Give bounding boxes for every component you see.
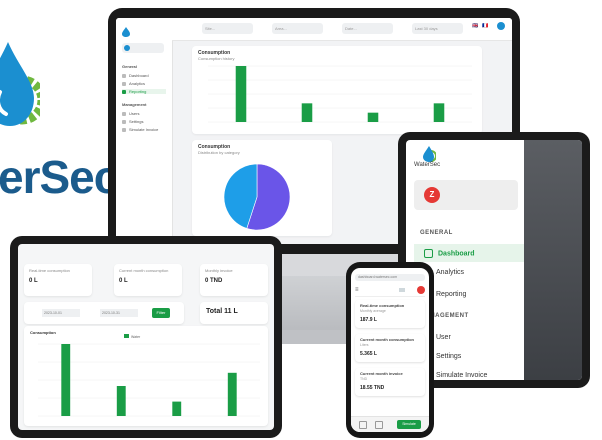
area-filter[interactable]: Area...	[272, 23, 323, 34]
app-logo-icon	[423, 146, 436, 162]
flag-icon[interactable]	[399, 288, 405, 292]
phone-card-invoice: Current month invoice TND 18.55 TND	[355, 368, 425, 396]
kpi-card-invoice: Monthly invoice 0 TND	[200, 264, 268, 296]
card-subtitle: Monthly average	[360, 309, 386, 313]
range-filter[interactable]: Last 30 days	[412, 23, 463, 34]
site-filter[interactable]: Site...	[202, 23, 253, 34]
date-filter-card: 2023-10-01 2023-10-31 Filter	[24, 302, 184, 324]
tablet-bar-chart	[38, 343, 260, 417]
filter-button[interactable]: Filter	[152, 308, 170, 318]
home-icon[interactable]	[359, 421, 367, 429]
kpi-value: 0 L	[119, 278, 128, 284]
bar-2	[301, 103, 313, 122]
desktop-pie-chart	[223, 163, 291, 231]
consumption-bar-card: Consumption Consumption history	[192, 46, 482, 134]
bar-3	[367, 112, 379, 122]
user-card[interactable]: Z	[414, 180, 518, 210]
tablet-left-screen: Real-time consumption 0 L Current month …	[18, 244, 274, 430]
kpi-label: Current month consumption	[119, 268, 169, 273]
simulate-button[interactable]: Simulate	[397, 420, 421, 429]
bar-4	[227, 372, 237, 416]
section-general: GENERAL	[420, 230, 453, 236]
end-date-input[interactable]: 2023-10-31	[100, 309, 138, 317]
sidebar-item-analytics[interactable]: Analytics	[122, 81, 145, 86]
avatar	[124, 45, 130, 51]
phone-bottom-bar: Simulate	[351, 416, 429, 432]
card-subtitle: Liters	[360, 343, 369, 347]
watersec-logo	[0, 42, 40, 126]
home-icon	[424, 249, 433, 258]
avatar: Z	[424, 187, 440, 203]
sidebar-item-simulate-invoice[interactable]: Simulate Invoice	[122, 127, 158, 132]
sidebar-item-users[interactable]: Users	[122, 111, 139, 116]
phone-card-month: Current month consumption Liters 5.365 L	[355, 334, 425, 362]
sidebar-logo-icon	[122, 24, 130, 37]
kpi-value: 0 L	[29, 278, 38, 284]
chart-icon[interactable]	[375, 421, 383, 429]
avatar[interactable]	[417, 286, 425, 294]
bar-2	[116, 386, 126, 416]
flag-en-icon[interactable]: 🇬🇧	[472, 23, 478, 29]
phone-header: ≡	[355, 286, 425, 297]
sidebar-item-dashboard[interactable]: Dashboard	[122, 73, 149, 78]
chart-title: Consumption	[30, 330, 56, 335]
kpi-value: 0 TND	[205, 278, 223, 284]
consumption-pie-card: Consumption Distribution by category	[192, 140, 332, 236]
sidebar-section-general: General	[122, 64, 137, 69]
kpi-card-month: Current month consumption 0 L	[114, 264, 182, 296]
desktop-topbar: Site... Area... Date... Last 30 days 🇬🇧 …	[172, 18, 512, 41]
kpi-label: Monthly invoice	[205, 268, 233, 273]
card-value: 5.365 L	[360, 351, 377, 357]
chart-legend: Water	[124, 334, 140, 339]
total-value: Total 11 L	[206, 308, 238, 315]
menu-icon[interactable]: ≡	[355, 287, 359, 293]
card-value: 18.55 TND	[360, 385, 385, 391]
tablet-right-dark-panel	[524, 140, 582, 380]
nav-dashboard-label[interactable]: Dashboard	[424, 249, 475, 258]
card-title: Real-time consumption	[360, 303, 405, 308]
card-value: 187.9 L	[360, 317, 377, 323]
sidebar-user-card[interactable]	[122, 43, 164, 53]
date-filter[interactable]: Date...	[342, 23, 393, 34]
card-subtitle: Distribution by category	[198, 150, 240, 155]
card-subtitle: TND	[360, 377, 368, 381]
card-title: Current month invoice	[360, 371, 403, 376]
card-subtitle: Consumption history	[198, 56, 235, 61]
tablet-chart-card: Consumption Water	[24, 326, 268, 426]
kpi-label: Real-time consumption	[29, 268, 70, 273]
card-title: Current month consumption	[360, 337, 414, 342]
desktop-sidebar: General Dashboard Analytics Reporting Ma…	[116, 18, 173, 244]
desktop-bar-chart	[208, 65, 472, 123]
phone-screen: dashboard.watersec.com ≡ Real-time consu…	[351, 268, 429, 432]
sidebar-item-reporting[interactable]: Reporting	[122, 89, 166, 94]
flag-fr-icon[interactable]: 🇫🇷	[482, 23, 488, 29]
avatar[interactable]	[497, 22, 505, 30]
kpi-card-realtime: Real-time consumption 0 L	[24, 264, 92, 296]
sidebar-item-settings[interactable]: Settings	[122, 119, 143, 124]
total-card: Total 11 L	[200, 302, 268, 324]
bar-3	[172, 401, 182, 416]
url-bar[interactable]: dashboard.watersec.com	[355, 274, 425, 281]
bar-1	[61, 344, 71, 416]
start-date-input[interactable]: 2023-10-01	[42, 309, 80, 317]
monitor-stand-neck	[280, 276, 350, 336]
sidebar-section-management: Management	[122, 102, 147, 107]
logo-wordmark: erSec	[0, 151, 119, 203]
bar-1	[235, 66, 247, 122]
bar-4	[433, 103, 445, 122]
phone-card-realtime: Real-time consumption Monthly average 18…	[355, 300, 425, 328]
app-name: WaterSec	[414, 162, 441, 168]
